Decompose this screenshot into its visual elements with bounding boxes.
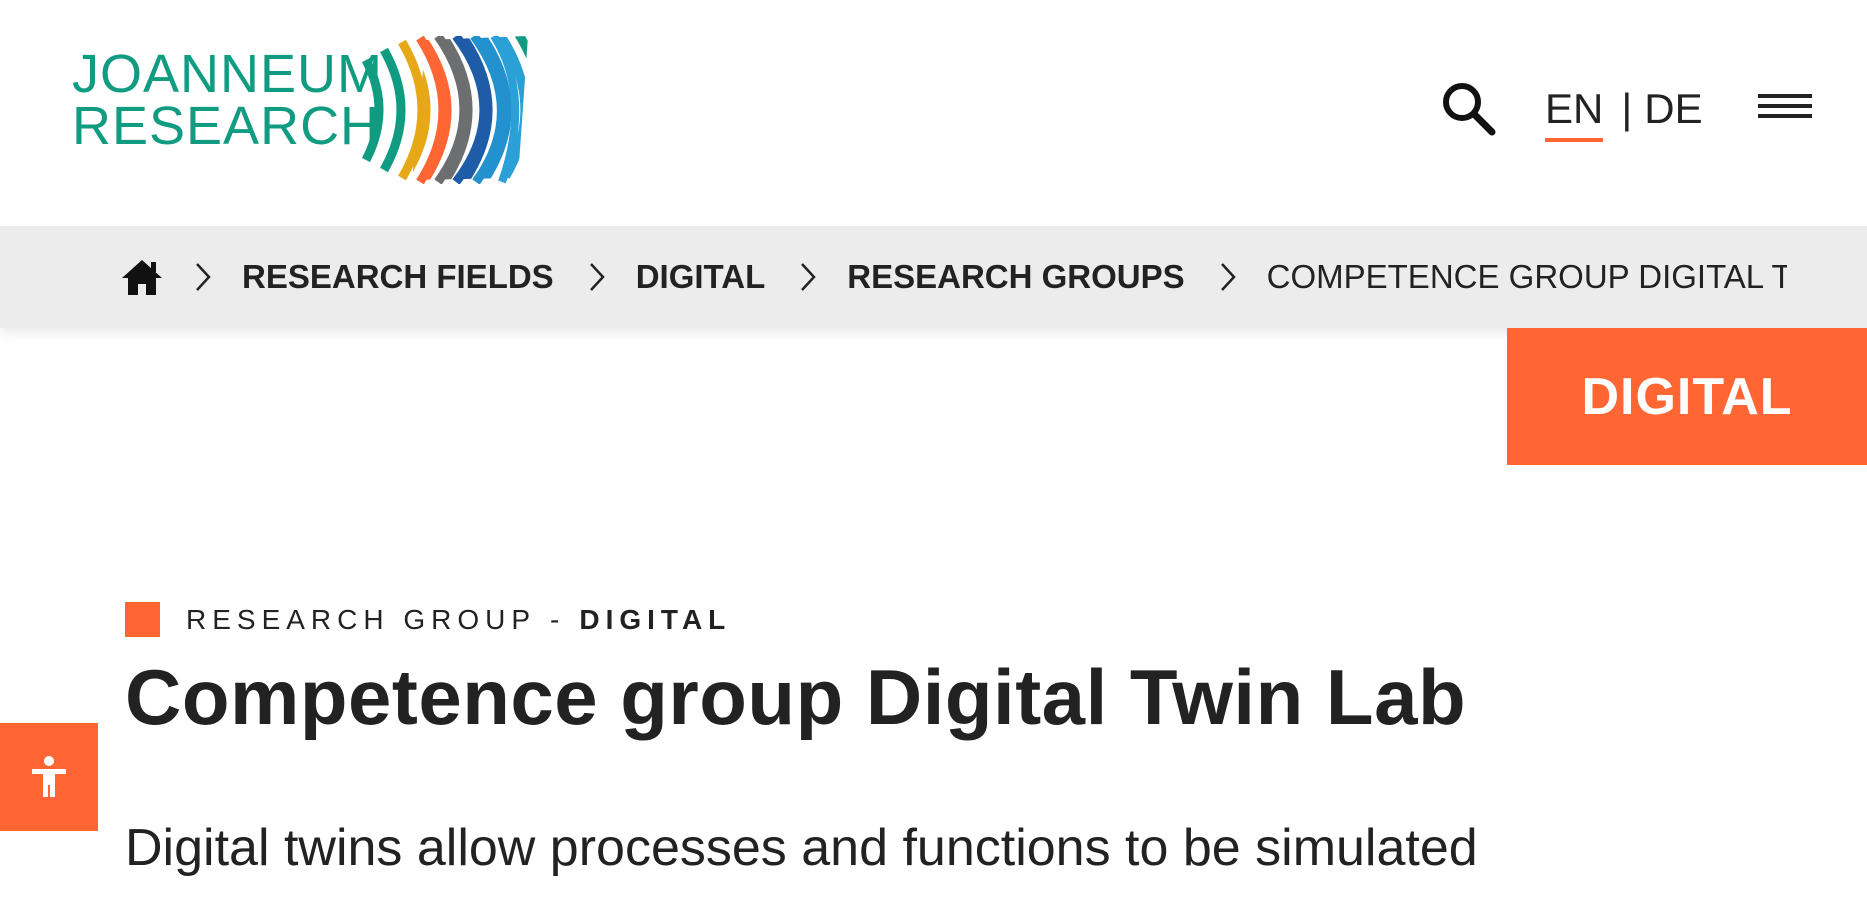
language-en[interactable]: EN xyxy=(1545,84,1604,142)
search-icon xyxy=(1443,83,1496,136)
accessibility-button[interactable] xyxy=(0,723,98,831)
home-icon xyxy=(122,260,162,295)
language-de[interactable]: DE xyxy=(1644,84,1702,134)
category-tab-digital[interactable]: DIGITAL xyxy=(1507,328,1867,465)
accent-square xyxy=(125,602,160,637)
hamburger-menu-icon xyxy=(1758,94,1812,98)
eyebrow-dash: - xyxy=(550,603,566,635)
breadcrumb-home[interactable] xyxy=(120,257,164,297)
logo-wordmark: JOANNEUM RESEARCH xyxy=(72,44,384,156)
page-eyebrow: RESEARCH GROUP - DIGITAL xyxy=(125,602,731,637)
language-switcher: EN | DE xyxy=(1545,84,1703,144)
chevron-right-icon xyxy=(589,263,605,291)
breadcrumb-research-fields[interactable]: RESEARCH FIELDS xyxy=(242,258,554,296)
logo-line-2: RESEARCH xyxy=(72,96,381,156)
language-separator: | xyxy=(1621,85,1633,132)
chevron-right-icon xyxy=(196,263,211,291)
intro-paragraph: Digital twins allow processes and functi… xyxy=(125,819,1478,877)
chevron-right-icon xyxy=(1220,263,1236,291)
joanneum-research-logo[interactable]: JOANNEUM RESEARCH xyxy=(72,36,532,184)
search-button[interactable] xyxy=(1440,80,1498,138)
logo-stripes-icon xyxy=(361,36,528,184)
eyebrow-prefix: RESEARCH GROUP xyxy=(186,603,537,635)
site-header: JOANNEUM RESEARCH EN | DE xyxy=(0,0,1867,226)
accessibility-icon xyxy=(32,756,66,797)
eyebrow-category: DIGITAL xyxy=(579,603,732,635)
chevron-right-icon xyxy=(801,263,816,291)
menu-button[interactable] xyxy=(1758,94,1812,122)
breadcrumb: RESEARCH FIELDS DIGITAL RESEARCH GROUPS … xyxy=(0,226,1867,328)
breadcrumb-current-page: COMPETENCE GROUP DIGITAL TW xyxy=(1266,258,1787,295)
breadcrumb-research-groups[interactable]: RESEARCH GROUPS xyxy=(847,258,1184,296)
page-title: Competence group Digital Twin Lab xyxy=(125,653,1467,741)
breadcrumb-digital[interactable]: DIGITAL xyxy=(636,258,766,296)
logo-line-1: JOANNEUM xyxy=(72,44,384,104)
